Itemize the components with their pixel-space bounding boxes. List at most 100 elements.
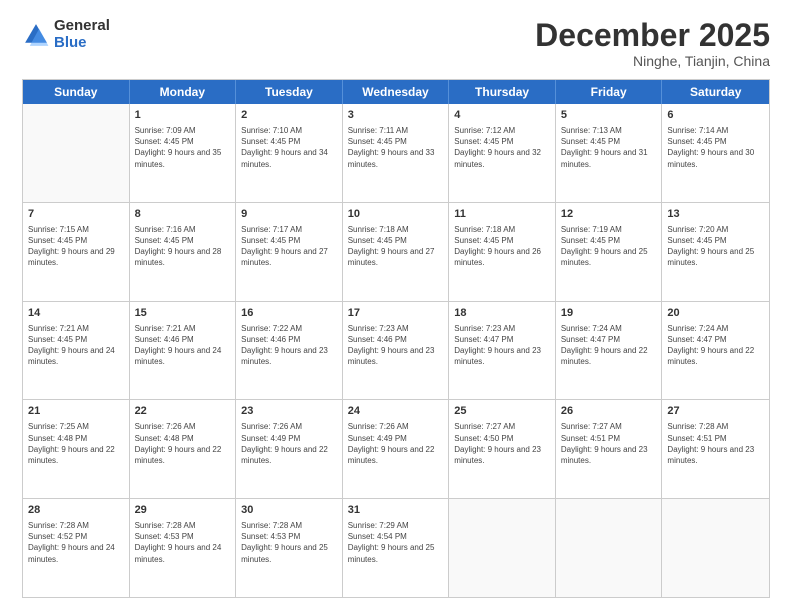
day-info: Sunrise: 7:29 AM Sunset: 4:54 PM Dayligh…	[348, 520, 444, 565]
day-number: 23	[241, 404, 337, 419]
day-number: 25	[454, 404, 550, 419]
calendar-cell: 3Sunrise: 7:11 AM Sunset: 4:45 PM Daylig…	[343, 104, 450, 202]
calendar-cell: 22 Sunrise: 7:26 AM Sunset: 4:48 PM Dayli…	[130, 400, 237, 498]
day-number: 17	[348, 306, 444, 321]
day-number: 8	[135, 207, 231, 222]
day-number: 27	[667, 404, 764, 419]
day-number: 31	[348, 503, 444, 518]
title-block: December 2025 Ninghe, Tianjin, China	[535, 18, 770, 69]
day-info: Sunrise: 7:13 AM Sunset: 4:45 PM Dayligh…	[561, 125, 657, 170]
calendar-cell: 27 Sunrise: 7:28 AM Sunset: 4:51 PM Dayli…	[662, 400, 769, 498]
calendar-week: 14Sunrise: 7:21 AM Sunset: 4:45 PM Dayli…	[23, 302, 769, 401]
calendar-cell: 31 Sunrise: 7:29 AM Sunset: 4:54 PM Dayli…	[343, 499, 450, 597]
calendar-cell: 29 Sunrise: 7:28 AM Sunset: 4:53 PM Dayli…	[130, 499, 237, 597]
calendar-cell: 7 Sunrise: 7:15 AM Sunset: 4:45 PM Daylig…	[23, 203, 130, 301]
day-info: Sunrise: 7:20 AM Sunset: 4:45 PM Dayligh…	[667, 224, 764, 269]
day-info: Sunrise: 7:23 AM Sunset: 4:47 PM Dayligh…	[454, 323, 550, 368]
day-info: Sunrise: 7:11 AM Sunset: 4:45 PM Dayligh…	[348, 125, 444, 170]
day-info: Sunrise: 7:21 AM Sunset: 4:46 PM Dayligh…	[135, 323, 231, 368]
day-number: 14	[28, 306, 124, 321]
calendar-cell: 20 Sunrise: 7:24 AM Sunset: 4:47 PM Dayli…	[662, 302, 769, 400]
calendar-cell: 25Sunrise: 7:27 AM Sunset: 4:50 PM Dayli…	[449, 400, 556, 498]
day-info: Sunrise: 7:26 AM Sunset: 4:49 PM Dayligh…	[348, 421, 444, 466]
day-number: 24	[348, 404, 444, 419]
day-number: 29	[135, 503, 231, 518]
day-number: 1	[135, 108, 231, 123]
calendar-header-cell: Friday	[556, 80, 663, 104]
day-info: Sunrise: 7:16 AM Sunset: 4:45 PM Dayligh…	[135, 224, 231, 269]
day-number: 11	[454, 207, 550, 222]
day-info: Sunrise: 7:26 AM Sunset: 4:48 PM Dayligh…	[135, 421, 231, 466]
day-number: 9	[241, 207, 337, 222]
day-info: Sunrise: 7:23 AM Sunset: 4:46 PM Dayligh…	[348, 323, 444, 368]
calendar-header-cell: Thursday	[449, 80, 556, 104]
day-number: 7	[28, 207, 124, 222]
day-info: Sunrise: 7:12 AM Sunset: 4:45 PM Dayligh…	[454, 125, 550, 170]
header: General Blue December 2025 Ninghe, Tianj…	[22, 18, 770, 69]
calendar-cell: 28Sunrise: 7:28 AM Sunset: 4:52 PM Dayli…	[23, 499, 130, 597]
day-number: 20	[667, 306, 764, 321]
calendar-header-cell: Wednesday	[343, 80, 450, 104]
calendar-header-cell: Tuesday	[236, 80, 343, 104]
calendar-header-cell: Saturday	[662, 80, 769, 104]
day-number: 2	[241, 108, 337, 123]
calendar-cell: 8 Sunrise: 7:16 AM Sunset: 4:45 PM Daylig…	[130, 203, 237, 301]
calendar-cell: 9Sunrise: 7:17 AM Sunset: 4:45 PM Daylig…	[236, 203, 343, 301]
calendar-cell: 15Sunrise: 7:21 AM Sunset: 4:46 PM Dayli…	[130, 302, 237, 400]
calendar-cell: 23Sunrise: 7:26 AM Sunset: 4:49 PM Dayli…	[236, 400, 343, 498]
day-number: 13	[667, 207, 764, 222]
calendar-week: 21 Sunrise: 7:25 AM Sunset: 4:48 PM Dayli…	[23, 400, 769, 499]
calendar-cell: 6Sunrise: 7:14 AM Sunset: 4:45 PM Daylig…	[662, 104, 769, 202]
logo-general: General	[54, 18, 110, 35]
calendar-cell: 18Sunrise: 7:23 AM Sunset: 4:47 PM Dayli…	[449, 302, 556, 400]
calendar-cell: 13 Sunrise: 7:20 AM Sunset: 4:45 PM Dayli…	[662, 203, 769, 301]
page: General Blue December 2025 Ninghe, Tianj…	[0, 0, 792, 612]
calendar-header-cell: Monday	[130, 80, 237, 104]
day-number: 19	[561, 306, 657, 321]
calendar-cell: 30Sunrise: 7:28 AM Sunset: 4:53 PM Dayli…	[236, 499, 343, 597]
day-number: 6	[667, 108, 764, 123]
calendar-week: 28Sunrise: 7:28 AM Sunset: 4:52 PM Dayli…	[23, 499, 769, 597]
day-info: Sunrise: 7:18 AM Sunset: 4:45 PM Dayligh…	[348, 224, 444, 269]
logo: General Blue	[22, 18, 110, 51]
day-info: Sunrise: 7:10 AM Sunset: 4:45 PM Dayligh…	[241, 125, 337, 170]
day-info: Sunrise: 7:22 AM Sunset: 4:46 PM Dayligh…	[241, 323, 337, 368]
day-number: 10	[348, 207, 444, 222]
calendar-cell: 17 Sunrise: 7:23 AM Sunset: 4:46 PM Dayli…	[343, 302, 450, 400]
day-number: 22	[135, 404, 231, 419]
logo-icon	[22, 21, 50, 49]
logo-text: General Blue	[54, 18, 110, 51]
day-number: 21	[28, 404, 124, 419]
day-info: Sunrise: 7:18 AM Sunset: 4:45 PM Dayligh…	[454, 224, 550, 269]
day-number: 26	[561, 404, 657, 419]
day-number: 30	[241, 503, 337, 518]
calendar-cell: 10 Sunrise: 7:18 AM Sunset: 4:45 PM Dayli…	[343, 203, 450, 301]
day-number: 5	[561, 108, 657, 123]
logo-blue: Blue	[54, 35, 110, 52]
calendar-header-cell: Sunday	[23, 80, 130, 104]
calendar-header-row: SundayMondayTuesdayWednesdayThursdayFrid…	[23, 80, 769, 104]
day-number: 28	[28, 503, 124, 518]
day-info: Sunrise: 7:25 AM Sunset: 4:48 PM Dayligh…	[28, 421, 124, 466]
calendar-cell: 19Sunrise: 7:24 AM Sunset: 4:47 PM Dayli…	[556, 302, 663, 400]
calendar-title: December 2025	[535, 18, 770, 53]
day-info: Sunrise: 7:19 AM Sunset: 4:45 PM Dayligh…	[561, 224, 657, 269]
day-info: Sunrise: 7:24 AM Sunset: 4:47 PM Dayligh…	[667, 323, 764, 368]
calendar-cell: 5 Sunrise: 7:13 AM Sunset: 4:45 PM Daylig…	[556, 104, 663, 202]
calendar-cell	[556, 499, 663, 597]
day-number: 12	[561, 207, 657, 222]
calendar-cell	[23, 104, 130, 202]
day-info: Sunrise: 7:28 AM Sunset: 4:53 PM Dayligh…	[135, 520, 231, 565]
day-info: Sunrise: 7:15 AM Sunset: 4:45 PM Dayligh…	[28, 224, 124, 269]
calendar-cell: 12 Sunrise: 7:19 AM Sunset: 4:45 PM Dayli…	[556, 203, 663, 301]
calendar-cell: 2 Sunrise: 7:10 AM Sunset: 4:45 PM Daylig…	[236, 104, 343, 202]
day-info: Sunrise: 7:27 AM Sunset: 4:51 PM Dayligh…	[561, 421, 657, 466]
calendar: SundayMondayTuesdayWednesdayThursdayFrid…	[22, 79, 770, 598]
calendar-cell: 11 Sunrise: 7:18 AM Sunset: 4:45 PM Dayli…	[449, 203, 556, 301]
calendar-cell: 1 Sunrise: 7:09 AM Sunset: 4:45 PM Daylig…	[130, 104, 237, 202]
calendar-body: 1 Sunrise: 7:09 AM Sunset: 4:45 PM Daylig…	[23, 104, 769, 597]
calendar-cell: 21 Sunrise: 7:25 AM Sunset: 4:48 PM Dayli…	[23, 400, 130, 498]
day-info: Sunrise: 7:28 AM Sunset: 4:51 PM Dayligh…	[667, 421, 764, 466]
day-info: Sunrise: 7:09 AM Sunset: 4:45 PM Dayligh…	[135, 125, 231, 170]
calendar-cell: 16Sunrise: 7:22 AM Sunset: 4:46 PM Dayli…	[236, 302, 343, 400]
